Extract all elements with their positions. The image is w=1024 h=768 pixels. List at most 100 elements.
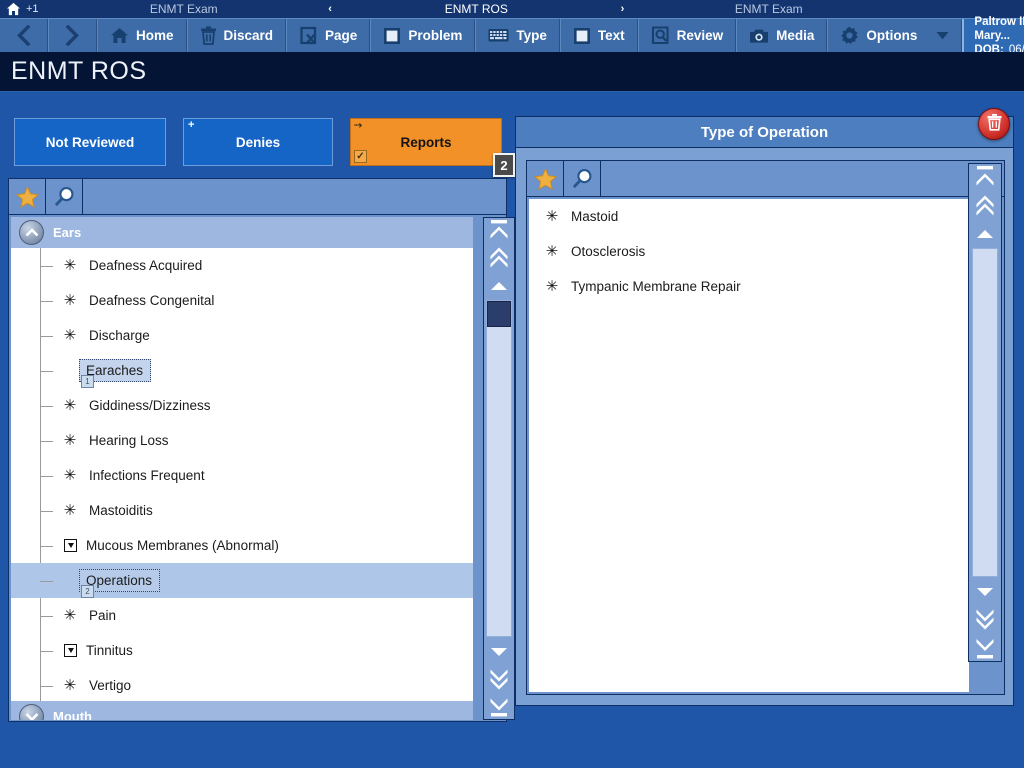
left-scrollbar-track[interactable] (486, 300, 512, 637)
group-header-mouth[interactable]: Mouth (11, 701, 473, 720)
right-scrollbar[interactable] (968, 163, 1002, 662)
list-item[interactable]: ✳ Vertigo (11, 668, 473, 703)
forward-button[interactable] (48, 19, 97, 52)
mode-button-denies[interactable]: + Denies (183, 118, 333, 166)
list-item-label: Discharge (89, 328, 150, 343)
tree-tick (40, 615, 53, 617)
magnifier-icon[interactable] (46, 179, 83, 214)
list-item[interactable]: ✳ Mastoiditis (11, 493, 473, 528)
keyboard-icon (488, 28, 509, 43)
scroll-up-button[interactable] (969, 220, 1001, 246)
right-scrollbar-track[interactable] (972, 248, 998, 577)
scroll-page-up-button[interactable] (484, 242, 514, 272)
list-item-label: Pain (89, 608, 117, 623)
scroll-down-button[interactable] (969, 579, 1001, 605)
right-scrollbar-thumb[interactable] (973, 249, 997, 499)
scroll-to-top-button[interactable] (484, 218, 514, 242)
expand-box-icon[interactable] (64, 539, 77, 552)
list-item[interactable]: ✳ Tympanic Membrane Repair (529, 269, 969, 304)
back-button[interactable] (0, 19, 48, 52)
camera-icon (749, 28, 769, 44)
tree-items: ✳ Deafness Acquired ✳ Deafness Congenita… (11, 248, 473, 704)
list-item[interactable]: ✳ Infections Frequent (11, 458, 473, 493)
left-scrollbar-thumb[interactable] (487, 301, 511, 327)
caret-down-icon[interactable] (936, 31, 949, 40)
left-filter-input[interactable] (83, 179, 506, 214)
reports-arrow-icon: ⤑ (354, 120, 362, 131)
magnifier-icon[interactable] (564, 161, 601, 196)
tree-tick (40, 545, 53, 547)
star-icon[interactable] (527, 161, 564, 196)
list-item[interactable]: ✳ Deafness Acquired (11, 248, 473, 283)
mode-button-not-reviewed-label: Not Reviewed (45, 134, 135, 150)
problem-button[interactable]: Problem (370, 19, 476, 52)
list-item-label-box[interactable]: Operations 2 (79, 569, 161, 598)
type-button[interactable]: Type (475, 19, 560, 52)
patient-info[interactable]: Paltrow III, Mary... DOB:06/18/1965 (962, 16, 1024, 56)
media-button-label: Media (776, 28, 815, 43)
discard-button[interactable]: Discard (186, 19, 287, 52)
list-item-label: Tinnitus (86, 643, 133, 658)
scroll-to-bottom-button[interactable] (969, 635, 1001, 661)
trash-icon (200, 26, 217, 45)
title-segment-0[interactable]: ENMT Exam (45, 2, 323, 16)
square-icon (383, 27, 401, 45)
list-item-label: Vertigo (89, 678, 132, 693)
scroll-up-button[interactable] (484, 272, 514, 298)
text-button[interactable]: Text (559, 19, 638, 52)
list-item-label: Tympanic Membrane Repair (571, 279, 741, 294)
left-scrollbar[interactable] (483, 217, 515, 720)
list-item[interactable]: Mucous Membranes (Abnormal) (11, 528, 473, 563)
plus-marker-icon: ✳ (63, 397, 77, 414)
list-item[interactable]: ✳ Deafness Congenital (11, 283, 473, 318)
list-item-operations[interactable]: Operations 2 (11, 563, 473, 598)
list-item[interactable]: ✳ Discharge (11, 318, 473, 353)
right-list-panel: ✳ Mastoid ✳ Otosclerosis ✳ Tympanic Memb… (526, 160, 1005, 695)
chevron-right-icon[interactable]: › (616, 3, 630, 15)
review-button[interactable]: Review (637, 19, 737, 52)
list-item-label: Hearing Loss (89, 433, 169, 448)
expand-box-icon[interactable] (64, 644, 77, 657)
mode-button-not-reviewed[interactable]: Not Reviewed (14, 118, 166, 166)
list-item[interactable]: ✳ Giddiness/Dizziness (11, 388, 473, 423)
title-segment-2[interactable]: ENMT Exam (630, 2, 908, 16)
options-button[interactable]: Options (827, 19, 963, 52)
home-icon[interactable] (0, 0, 26, 18)
group-header-ears[interactable]: Ears (11, 217, 473, 248)
reports-check-icon: ✓ (354, 150, 367, 163)
right-filter-input[interactable] (601, 161, 1004, 196)
scroll-to-bottom-button[interactable] (484, 695, 514, 719)
list-item-earaches[interactable]: Earaches 1 (11, 353, 473, 388)
tree-tick (40, 265, 53, 267)
plus-marker-icon: ✳ (63, 677, 77, 694)
home-button[interactable]: Home (97, 19, 187, 52)
media-button[interactable]: Media (736, 19, 828, 52)
list-item[interactable]: ✳ Hearing Loss (11, 423, 473, 458)
scroll-down-button[interactable] (484, 639, 514, 665)
plus-marker-icon: ✳ (63, 432, 77, 449)
trash-icon (986, 113, 1003, 136)
list-item[interactable]: ✳ Otosclerosis (529, 234, 969, 269)
mode-button-reports[interactable]: ⤑ Reports ✓ 2 (350, 118, 515, 177)
star-icon[interactable] (9, 179, 46, 214)
title-segment-1[interactable]: ENMT ROS (337, 2, 615, 16)
list-item[interactable]: ✳ Mastoid (529, 199, 969, 234)
scroll-page-down-button[interactable] (969, 605, 1001, 635)
square-icon (573, 27, 591, 45)
tree-tick (40, 370, 53, 372)
scroll-to-top-button[interactable] (969, 164, 1001, 190)
plus-marker-icon: ✳ (63, 607, 77, 624)
list-item-label-box[interactable]: Earaches 1 (79, 359, 152, 388)
scroll-page-up-button[interactable] (969, 190, 1001, 220)
right-panel-title: Type of Operation (515, 116, 1014, 148)
page-button[interactable]: Page (286, 19, 371, 52)
chevron-up-icon (19, 220, 44, 245)
list-item[interactable]: Tinnitus (11, 633, 473, 668)
plus-marker-icon: ✳ (63, 257, 77, 274)
page-x-icon (299, 26, 318, 45)
magnifier-doc-icon (651, 26, 670, 45)
delete-button[interactable] (978, 108, 1010, 140)
chevron-left-icon[interactable]: ‹ (323, 3, 337, 15)
list-item[interactable]: ✳ Pain (11, 598, 473, 633)
scroll-page-down-button[interactable] (484, 665, 514, 695)
